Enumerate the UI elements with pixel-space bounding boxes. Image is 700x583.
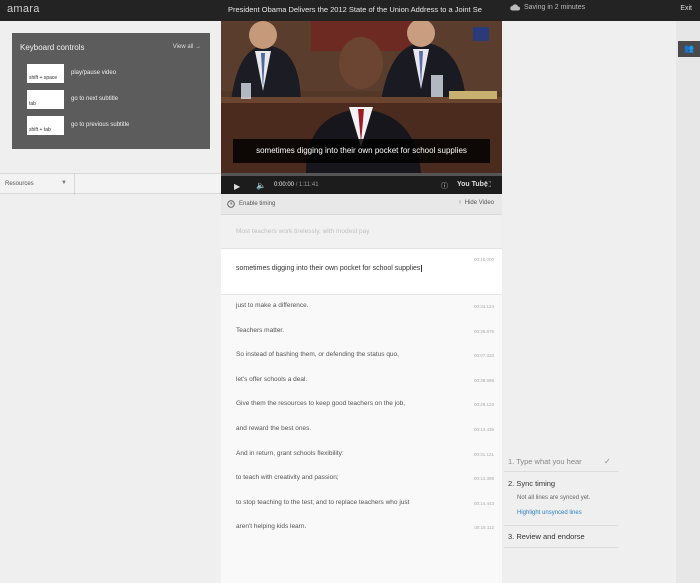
hide-video-label: Hide Video: [464, 200, 494, 206]
resources-label: Resources: [5, 181, 34, 187]
hide-video-button[interactable]: ↑ Hide Video: [458, 200, 494, 206]
step-sync-timing[interactable]: 2. Sync timing: [508, 479, 555, 488]
top-bar: amara President Obama Delivers the 2012 …: [0, 0, 700, 21]
subtitle-row[interactable]: aren't helping kids learn. 00:15.112: [221, 516, 502, 541]
editor-toolbar: Enable timing ↑ Hide Video: [221, 194, 502, 215]
subtitle-list: just to make a difference. 00:34.124 Teach…: [221, 295, 502, 541]
subtitle-row[interactable]: let's offer schools a deal. 00:38.998: [221, 369, 502, 394]
right-strip: [676, 21, 700, 583]
sync-note: Not all lines are synced yet.: [517, 495, 591, 501]
subtitle-row[interactable]: to teach with creativity and passion; 00:…: [221, 467, 502, 492]
shortcut-row: tab go to next subtitle: [27, 90, 197, 109]
shortcut-description: go to previous subtitle: [71, 122, 130, 128]
step-type-what-you-hear[interactable]: 1. Type what you hear: [508, 457, 582, 466]
step-review-and-endorse[interactable]: 3. Review and endorse: [508, 532, 585, 541]
subtitle-time: 00:14.443: [473, 500, 494, 506]
shortcut-description: play/pause video: [71, 70, 117, 76]
view-all-link[interactable]: View all →: [173, 44, 201, 50]
shortcut-description: go to next subtitle: [71, 96, 119, 102]
current-subtitle-editor[interactable]: 00:10.000 sometimes digging into their o…: [221, 249, 502, 295]
left-sidebar: Keyboard controls View all → shift + spa…: [0, 21, 221, 583]
subtitle-text: just to make a difference.: [236, 302, 309, 309]
subtitle-text: So instead of bashing them, or defending…: [236, 351, 399, 359]
volume-icon[interactable]: 🔈: [256, 181, 266, 190]
subtitle-time: 00:13.435: [473, 426, 494, 432]
resources-dropdown[interactable]: Resources ▼: [0, 173, 221, 195]
youtube-logo[interactable]: You Tube: [457, 181, 488, 188]
chevron-down-icon: ▼: [61, 180, 67, 186]
info-icon[interactable]: ⓘ: [441, 181, 448, 191]
amara-logo[interactable]: amara: [7, 3, 40, 15]
editor-column: sometimes digging into their own pocket …: [221, 21, 502, 583]
clock-icon: [227, 200, 235, 208]
divider: [504, 547, 618, 548]
divider: [504, 471, 618, 472]
time-display: 0:00:00 / 1:11:41: [274, 182, 319, 188]
player-controls: ▶ 🔈 0:00:00 / 1:11:41 ⓘ You Tube ⛶: [221, 173, 502, 194]
subtitle-text: let's offer schools a deal.: [236, 375, 308, 383]
subtitle-time: 00:35.876: [473, 328, 494, 334]
video-caption: sometimes digging into their own pocket …: [233, 139, 490, 163]
subtitle-row[interactable]: Give them the resources to keep good tea…: [221, 393, 502, 418]
previous-subtitle-text: Most teachers work tirelessly, with mode…: [236, 228, 370, 235]
subtitle-time: 00:15.112: [474, 525, 494, 531]
duration: / 1:11:41: [295, 182, 319, 188]
subtitle-text: to stop teaching to the test; and to rep…: [236, 498, 410, 506]
subtitle-text: and reward the best ones.: [236, 424, 312, 432]
shortcut-key: tab: [27, 90, 64, 109]
subtitle-text: Teachers matter.: [236, 326, 285, 334]
video-title: President Obama Delivers the 2012 State …: [228, 5, 482, 14]
subtitle-time: 00:31.121: [473, 451, 494, 457]
subtitle-time: 00:13.399: [473, 476, 494, 482]
play-icon[interactable]: ▶: [234, 182, 240, 191]
progress-bar[interactable]: [221, 173, 502, 176]
subtitle-text: aren't helping kids learn.: [236, 523, 307, 531]
subtitle-row[interactable]: and reward the best ones. 00:13.435: [221, 418, 502, 443]
current-time: 0:00:00: [274, 182, 295, 188]
subtitle-text: Give them the resources to keep good tea…: [236, 400, 406, 408]
subtitle-time: 00:29.123: [473, 402, 494, 408]
previous-subtitle[interactable]: Most teachers work tirelessly, with mode…: [221, 215, 502, 249]
fullscreen-icon[interactable]: ⛶: [485, 180, 491, 190]
arrow-up-icon: ↑: [458, 200, 462, 206]
divider: [74, 174, 75, 195]
subtitle-text: And in return, grant schools flexibility…: [236, 449, 344, 457]
subtitle-time: 00:34.124: [473, 304, 494, 309]
subtitle-time: 00:38.998: [473, 377, 494, 383]
saving-status: Saving in 2 minutes: [510, 4, 585, 11]
users-icon[interactable]: 👥: [678, 41, 700, 57]
subtitle-row[interactable]: just to make a difference. 00:34.124: [221, 295, 502, 320]
cloud-icon: [510, 4, 520, 11]
enable-timing-label: Enable timing: [239, 201, 276, 207]
shortcut-key: shift + tab: [27, 116, 64, 135]
subtitle-time: 00:07.333: [473, 353, 494, 359]
subtitle-row[interactable]: And in return, grant schools flexibility…: [221, 443, 502, 468]
shortcut-row: shift + space play/pause video: [27, 64, 197, 83]
shortcut-key: shift + space: [27, 64, 64, 83]
shortcut-row: shift + tab go to previous subtitle: [27, 116, 197, 135]
subtitle-time: 00:10.000: [473, 257, 494, 262]
exit-button[interactable]: Exit: [680, 5, 692, 12]
enable-timing-button[interactable]: Enable timing: [227, 200, 275, 208]
keyboard-controls-panel: Keyboard controls View all → shift + spa…: [12, 33, 210, 149]
divider: [504, 525, 618, 526]
subtitle-row[interactable]: to stop teaching to the test; and to rep…: [221, 492, 502, 517]
subtitle-row[interactable]: So instead of bashing them, or defending…: [221, 344, 502, 369]
checkmark-icon: ✓: [604, 457, 611, 466]
right-sidebar: 👥 1. Type what you hear ✓ 2. Sync timing…: [502, 21, 700, 583]
video-player[interactable]: sometimes digging into their own pocket …: [221, 21, 502, 194]
keyboard-controls-title: Keyboard controls: [20, 43, 85, 52]
subtitle-text: to teach with creativity and passion;: [236, 474, 339, 482]
subtitle-row[interactable]: Teachers matter. 00:35.876: [221, 320, 502, 345]
saving-status-text: Saving in 2 minutes: [524, 4, 586, 11]
highlight-unsynced-link[interactable]: Highlight unsynced lines: [517, 510, 582, 516]
current-subtitle-input[interactable]: sometimes digging into their own pocket …: [236, 265, 423, 272]
